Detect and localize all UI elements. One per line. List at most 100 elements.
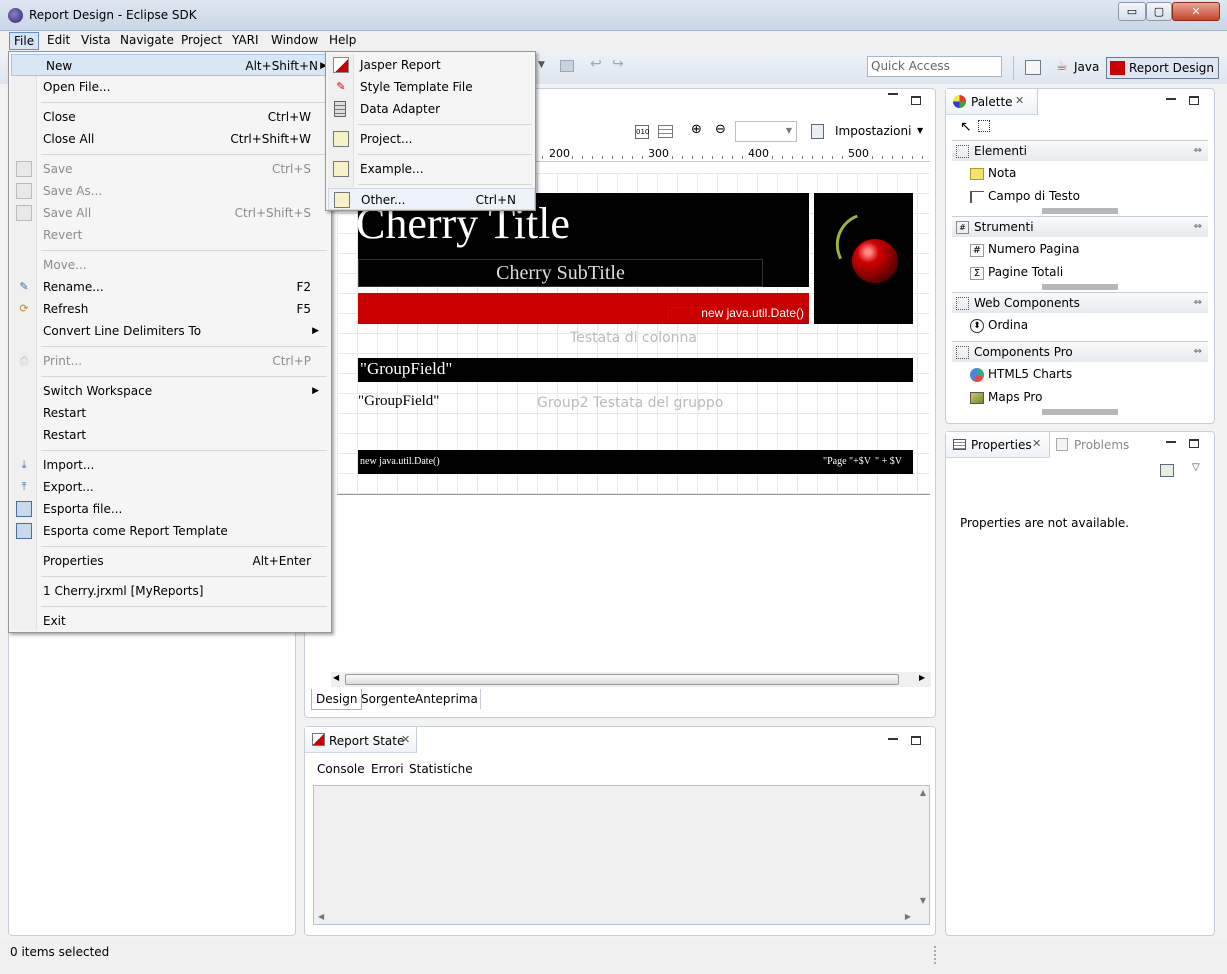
menu-item-convert-line-delimiters[interactable]: Convert Line Delimiters To ▶ bbox=[9, 320, 329, 342]
report-design-perspective-button[interactable]: Report Design bbox=[1106, 57, 1220, 79]
palette-scroll-indicator-1[interactable] bbox=[1042, 208, 1118, 214]
menu-item-import[interactable]: ⤓ Import... bbox=[9, 454, 329, 476]
date-field[interactable]: new java.util.Date() bbox=[665, 305, 807, 324]
quick-access-input[interactable]: Quick Access bbox=[867, 56, 1002, 77]
menu-item-restart-2[interactable]: Restart bbox=[9, 424, 329, 446]
menu-item-exit[interactable]: Exit bbox=[9, 610, 329, 632]
scroll-right-icon[interactable]: ▶ bbox=[919, 673, 925, 682]
menu-item-esporta-template[interactable]: Esporta come Report Template bbox=[9, 520, 329, 542]
submenu-item-style-template[interactable]: ✎ Style Template File bbox=[326, 76, 533, 98]
submenu-item-example[interactable]: Example... bbox=[326, 158, 533, 180]
menu-navigate[interactable]: Navigate bbox=[120, 33, 174, 47]
maximize-button[interactable]: ▢ bbox=[1146, 2, 1172, 21]
report-state-maximize-icon[interactable] bbox=[911, 736, 921, 745]
palette-tab[interactable]: Palette ✕ bbox=[946, 89, 1038, 115]
footer-page-field[interactable]: "Page "+$V bbox=[823, 456, 871, 467]
redo-icon[interactable]: ↪ bbox=[612, 56, 624, 72]
menu-item-rename[interactable]: ✎ Rename... F2 bbox=[9, 276, 329, 298]
menu-item-refresh[interactable]: ⟳ Refresh F5 bbox=[9, 298, 329, 320]
submenu-item-other[interactable]: Other... Ctrl+N bbox=[328, 188, 535, 210]
submenu-item-project[interactable]: Project... bbox=[326, 128, 533, 150]
design-canvas-area[interactable]: Cherry Title Cherry SubTitle new java.ut… bbox=[313, 163, 930, 663]
palette-scroll-indicator-3[interactable] bbox=[1042, 409, 1118, 415]
palette-item-nota[interactable]: Nota bbox=[970, 166, 1016, 180]
report-state-minimize-icon[interactable] bbox=[888, 738, 898, 740]
properties-tab[interactable]: Properties ✕ bbox=[946, 432, 1050, 458]
footer-page-total-field[interactable]: " + $V bbox=[875, 456, 902, 467]
tab-statistiche[interactable]: Statistiche bbox=[409, 762, 473, 776]
collapse-arrows-icon[interactable]: ⇔ bbox=[1194, 342, 1202, 362]
view-menu-icon[interactable]: ▽ bbox=[1192, 462, 1200, 473]
toolbar-new-icon[interactable] bbox=[560, 60, 574, 72]
zoom-select[interactable]: ▼ bbox=[735, 121, 797, 142]
palette-group-strumenti[interactable]: # Strumenti ⇔ bbox=[952, 216, 1208, 237]
editor-horizontal-scrollbar[interactable]: ◀ ▶ bbox=[331, 672, 931, 687]
menu-item-move[interactable]: Move... bbox=[9, 254, 329, 276]
menu-item-save[interactable]: Save Ctrl+S bbox=[9, 158, 329, 180]
palette-scroll-indicator-2[interactable] bbox=[1042, 284, 1118, 290]
palette-item-pagine-totali[interactable]: Σ Pagine Totali bbox=[970, 265, 1063, 280]
menu-item-properties[interactable]: Properties Alt+Enter bbox=[9, 550, 329, 572]
layout-icon[interactable] bbox=[658, 125, 673, 138]
palette-group-web-components[interactable]: Web Components ⇔ bbox=[952, 292, 1208, 313]
problems-tab[interactable]: Problems bbox=[1054, 432, 1154, 458]
footer-date-field[interactable]: new java.util.Date() bbox=[360, 456, 440, 467]
collapse-arrows-icon[interactable]: ⇔ bbox=[1194, 141, 1202, 161]
scroll-thumb[interactable] bbox=[345, 674, 899, 685]
menu-item-close-all[interactable]: Close All Ctrl+Shift+W bbox=[9, 128, 329, 150]
submenu-item-jasper-report[interactable]: Jasper Report bbox=[326, 54, 533, 76]
properties-minimize-icon[interactable] bbox=[1166, 441, 1176, 443]
menu-item-new[interactable]: New Alt+Shift+N ▶ bbox=[11, 54, 331, 76]
close-icon[interactable]: ✕ bbox=[401, 733, 410, 746]
palette-item-campo-testo[interactable]: Campo di Testo bbox=[970, 189, 1080, 203]
menu-item-save-as[interactable]: Save As... bbox=[9, 180, 329, 202]
scroll-left-icon-2[interactable]: ◀ bbox=[318, 912, 324, 921]
menu-project[interactable]: Project bbox=[181, 33, 222, 47]
console-output[interactable]: ▲ ▼ ◀ ▶ bbox=[313, 785, 930, 925]
palette-item-numero-pagina[interactable]: # Numero Pagina bbox=[970, 242, 1079, 257]
collapse-arrows-icon[interactable]: ⇔ bbox=[1194, 217, 1202, 237]
palette-item-html5-charts[interactable]: HTML5 Charts bbox=[970, 367, 1072, 382]
zoom-in-icon[interactable]: ⊕ bbox=[691, 122, 702, 137]
group-field[interactable]: "GroupField" bbox=[360, 359, 452, 379]
menu-edit[interactable]: Edit bbox=[47, 33, 70, 47]
cherry-image[interactable] bbox=[814, 193, 913, 324]
tab-errori[interactable]: Errori bbox=[371, 762, 404, 776]
java-perspective-button[interactable]: ☕ Java bbox=[1052, 57, 1103, 79]
minimize-button[interactable]: ▭ bbox=[1118, 2, 1146, 21]
editor-maximize-icon[interactable] bbox=[911, 96, 921, 105]
menu-help[interactable]: Help bbox=[329, 33, 356, 47]
palette-group-elementi[interactable]: Elementi ⇔ bbox=[952, 140, 1208, 161]
menu-yari[interactable]: YARI bbox=[232, 33, 258, 47]
scroll-left-icon[interactable]: ◀ bbox=[333, 673, 339, 682]
tab-anteprima[interactable]: Anteprima bbox=[413, 689, 481, 709]
scroll-up-icon[interactable]: ▲ bbox=[920, 788, 926, 797]
scroll-right-icon-2[interactable]: ▶ bbox=[905, 912, 911, 921]
close-icon[interactable]: ✕ bbox=[1032, 437, 1041, 450]
tab-console[interactable]: Console bbox=[317, 762, 365, 776]
menu-file[interactable]: File bbox=[9, 32, 40, 50]
report-subtitle[interactable]: Cherry SubTitle bbox=[358, 259, 763, 287]
scroll-down-icon[interactable]: ▼ bbox=[920, 896, 926, 905]
marquee-tool-icon[interactable] bbox=[978, 120, 990, 132]
close-icon[interactable]: ✕ bbox=[1015, 94, 1024, 107]
impostazioni-dropdown-icon[interactable]: ▼ bbox=[917, 126, 923, 135]
report-page[interactable]: Cherry Title Cherry SubTitle new java.ut… bbox=[337, 173, 930, 495]
menu-item-switch-workspace[interactable]: Switch Workspace ▶ bbox=[9, 380, 329, 402]
menu-item-save-all[interactable]: Save All Ctrl+Shift+S bbox=[9, 202, 329, 224]
palette-item-ordina[interactable]: ⬍ Ordina bbox=[970, 318, 1028, 333]
impostazioni-button[interactable]: Impostazioni bbox=[835, 124, 911, 138]
menu-vista[interactable]: Vista bbox=[81, 33, 111, 47]
menu-item-revert[interactable]: Revert bbox=[9, 224, 329, 246]
menu-item-export[interactable]: ⤒ Export... bbox=[9, 476, 329, 498]
group2-field[interactable]: "GroupField" bbox=[358, 393, 439, 410]
palette-item-maps-pro[interactable]: Maps Pro bbox=[970, 390, 1042, 404]
data-snapshot-icon[interactable]: 010 bbox=[635, 125, 649, 139]
editor-minimize-icon[interactable] bbox=[888, 93, 898, 95]
submenu-item-data-adapter[interactable]: Data Adapter bbox=[326, 98, 533, 120]
menu-item-open-file[interactable]: Open File... bbox=[9, 76, 329, 98]
menu-window[interactable]: Window bbox=[271, 33, 318, 47]
collapse-arrows-icon[interactable]: ⇔ bbox=[1194, 293, 1202, 313]
select-tool-icon[interactable]: ↖ bbox=[960, 119, 972, 135]
palette-group-components-pro[interactable]: Components Pro ⇔ bbox=[952, 341, 1208, 362]
